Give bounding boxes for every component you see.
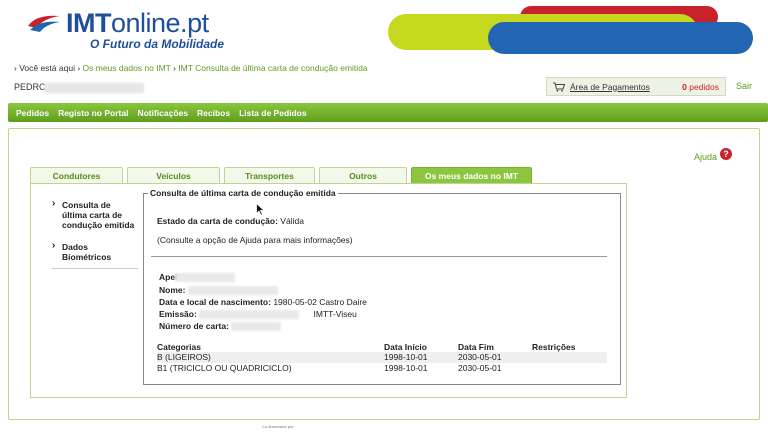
field-numero: Número de carta: bbox=[159, 321, 282, 332]
breadcrumb-sep: › bbox=[173, 63, 176, 73]
field-nascimento-value: 1980-05-02 bbox=[273, 297, 317, 307]
field-emissao-label: Emissão: bbox=[159, 309, 197, 319]
field-emissao: Emissão: IMTT-Viseu bbox=[159, 309, 357, 320]
field-emissao-redacted bbox=[199, 310, 300, 320]
col-header-data-fim: Data Fim bbox=[458, 342, 494, 352]
field-nome-label: Nome: bbox=[159, 285, 186, 295]
logo-bold: IMT bbox=[66, 8, 112, 38]
user-name: PEDRC bbox=[14, 82, 144, 93]
main-menu: Pedidos Registo no Portal Notificações R… bbox=[8, 103, 768, 122]
menu-item-lista-pedidos[interactable]: Lista de Pedidos bbox=[239, 108, 307, 118]
payments-box: Área de Pagamentos 0 pedidos bbox=[546, 77, 726, 96]
cart-icon bbox=[553, 82, 565, 92]
logout-link[interactable]: Sair bbox=[736, 81, 752, 91]
license-status-value: Válida bbox=[280, 216, 304, 226]
payments-area-link[interactable]: Área de Pagamentos bbox=[570, 82, 650, 92]
payments-count-number: 0 bbox=[682, 81, 687, 92]
field-nascimento-label: Data e local de nascimento: bbox=[159, 297, 271, 307]
user-name-text: PEDRC bbox=[14, 82, 46, 92]
cell-categoria: B (LIGEIROS) bbox=[157, 352, 211, 362]
breadcrumb-current[interactable]: IMT Consulta de última carta de condução… bbox=[178, 63, 367, 73]
cell-data-fim: 2030-05-01 bbox=[458, 363, 502, 373]
col-header-data-inicio: Data Início bbox=[384, 342, 427, 352]
license-status: Estado da carta de condução: Válida bbox=[157, 216, 304, 226]
tab-outros[interactable]: Outros bbox=[319, 167, 407, 183]
field-nascimento-local: Castro Daire bbox=[319, 297, 367, 307]
breadcrumb-link-my-data[interactable]: Os meus dados no IMT bbox=[83, 63, 171, 73]
field-nascimento: Data e local de nascimento: 1980-05-02 C… bbox=[159, 297, 367, 307]
tab-veiculos[interactable]: Veículos bbox=[127, 167, 220, 183]
col-header-restricoes: Restrições bbox=[532, 342, 576, 352]
tab-bar: Condutores Veículos Transportes Outros O… bbox=[30, 167, 536, 183]
help-link[interactable]: Ajuda ? bbox=[694, 148, 733, 162]
imt-logo-mark-icon bbox=[28, 15, 60, 32]
table-row: B1 (TRICICLO OU QUADRICICLO) 1998-10-01 … bbox=[157, 363, 607, 374]
imt-logo[interactable]: IMTonline.pt O Futuro da Mobilidade bbox=[26, 8, 266, 52]
field-emissao-value: IMTT-Viseu bbox=[313, 309, 357, 319]
field-numero-redacted bbox=[231, 322, 282, 332]
menu-item-pedidos[interactable]: Pedidos bbox=[16, 108, 49, 118]
header-decoration bbox=[388, 0, 768, 60]
menu-item-registo[interactable]: Registo no Portal bbox=[58, 108, 128, 118]
user-name-redacted bbox=[43, 82, 144, 93]
cell-categoria: B1 (TRICICLO OU QUADRICICLO) bbox=[157, 363, 292, 373]
field-nome-redacted bbox=[187, 286, 278, 296]
field-numero-label: Número de carta: bbox=[159, 321, 229, 331]
menu-item-notificacoes[interactable]: Notificações bbox=[137, 108, 188, 118]
mouse-cursor-icon bbox=[256, 203, 265, 216]
breadcrumb-prefix: › Você está aqui › bbox=[14, 63, 81, 73]
logo-text: IMTonline.pt bbox=[66, 8, 209, 38]
help-icon[interactable]: ? bbox=[720, 148, 733, 160]
tab-os-meus-dados[interactable]: Os meus dados no IMT bbox=[411, 167, 532, 183]
help-hint: (Consulte a opção de Ajuda para mais inf… bbox=[157, 235, 353, 245]
payments-count[interactable]: 0 pedidos bbox=[682, 82, 719, 92]
deco-blue-bar bbox=[488, 22, 753, 54]
tab-transportes[interactable]: Transportes bbox=[224, 167, 315, 183]
cell-data-inicio: 1998-10-01 bbox=[384, 352, 428, 362]
fieldset-legend: Consulta de última carta de condução emi… bbox=[148, 188, 338, 198]
logo-light: online.pt bbox=[111, 8, 209, 38]
cell-data-inicio: 1998-10-01 bbox=[384, 363, 428, 373]
table-row: B (LIGEIROS) 1998-10-01 2030-05-01 bbox=[157, 352, 607, 363]
cell-data-fim: 2030-05-01 bbox=[458, 352, 502, 362]
footer-cofinanced: Co-financiado por: bbox=[262, 424, 295, 429]
col-header-categorias: Categorias bbox=[157, 342, 201, 352]
side-item-consulta-carta[interactable]: Consulta de última carta de condução emi… bbox=[52, 199, 138, 230]
license-status-label: Estado da carta de condução: bbox=[157, 216, 278, 226]
tab-condutores[interactable]: Condutores bbox=[30, 167, 123, 183]
field-apelido: Apelido: bbox=[159, 272, 236, 283]
field-apelido-redacted bbox=[175, 273, 236, 283]
menu-item-recibos[interactable]: Recibos bbox=[197, 108, 230, 118]
logo-tagline: O Futuro da Mobilidade bbox=[90, 37, 224, 51]
divider bbox=[151, 256, 607, 257]
help-label: Ajuda bbox=[694, 152, 718, 162]
breadcrumb: › Você está aqui › Os meus dados no IMT … bbox=[14, 63, 368, 73]
side-nav: Consulta de última carta de condução emi… bbox=[52, 199, 138, 269]
side-item-dados-biometricos[interactable]: Dados Biométricos bbox=[52, 241, 138, 269]
payments-count-label: pedidos bbox=[689, 81, 719, 92]
field-nome: Nome: bbox=[159, 285, 278, 296]
